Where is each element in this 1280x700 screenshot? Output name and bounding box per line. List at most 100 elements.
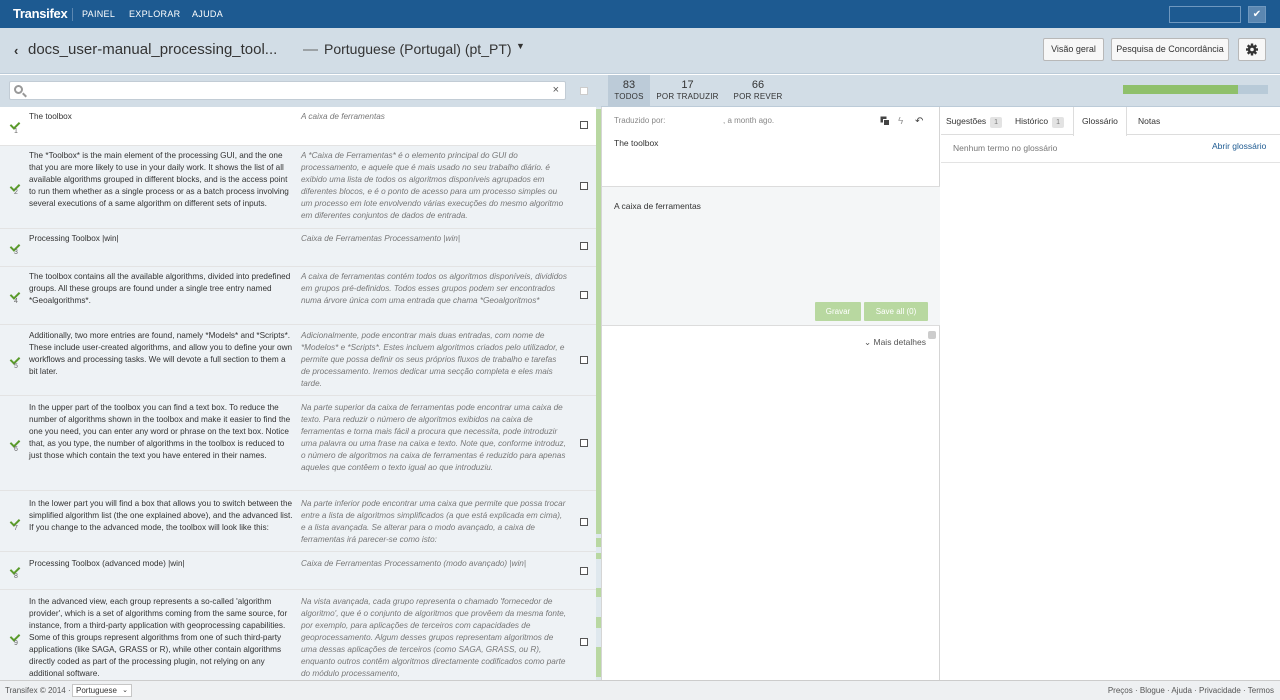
row-checkbox[interactable] (580, 567, 588, 575)
string-search-input[interactable]: × (9, 81, 566, 100)
select-all-checkbox[interactable] (580, 87, 588, 95)
save-all-button[interactable]: Save all (0) (864, 302, 928, 321)
row-checkbox[interactable] (580, 182, 588, 190)
string-row-3[interactable]: 3 Processing Toolbox |win| Caixa de Ferr… (0, 229, 596, 267)
more-details-link[interactable]: ⌄ Mais detalhes (864, 337, 926, 348)
tab-all-label: TODOS (614, 92, 644, 101)
undo-icon[interactable]: ↶ (915, 116, 923, 127)
glossary-empty-message: Nenhum termo no glossário (953, 143, 1058, 153)
divider (941, 162, 1280, 163)
row-checkbox[interactable] (580, 242, 588, 250)
language-select[interactable]: Portuguese ⌄ (72, 684, 132, 697)
copyright: Transifex © 2014 · (5, 686, 71, 695)
row-checkbox[interactable] (580, 356, 588, 364)
side-panel: Sugestões 1 Histórico 1 Glossário Notas Ne… (941, 107, 1280, 680)
string-row-7[interactable]: 7 In the lower part you will find a box … (0, 491, 596, 552)
tab-suggestions-badge: 1 (990, 117, 1003, 128)
language-title[interactable]: Portuguese (Portugal) (pt_PT) (324, 41, 512, 57)
title-separator: — (303, 41, 318, 58)
top-navbar: Transifex PAINEL EXPLORAR AJUDA ✔ (0, 0, 1280, 28)
string-filter-bar: × (0, 75, 601, 107)
tab-all[interactable]: 83 TODOS (608, 75, 650, 107)
checkmark-icon (11, 515, 23, 525)
row-number: 5 (14, 363, 18, 370)
tab-glossary-label: Glossário (1082, 116, 1118, 126)
details-toggle[interactable] (928, 331, 936, 339)
resource-header: ‹ docs_user-manual_processing_tool... — … (0, 28, 1280, 74)
source-string: In the upper part of the toolbox you can… (29, 403, 291, 460)
tab-unreviewed-count: 66 (751, 79, 765, 91)
string-row-1[interactable]: 1 The toolbox A caixa de ferramentas (0, 107, 596, 146)
source-text: The toolbox (614, 138, 659, 148)
tab-glossary[interactable]: Glossário (1073, 107, 1127, 136)
caret-down-icon[interactable]: ▼ (516, 41, 525, 51)
source-string: The toolbox (29, 112, 72, 121)
translation-editor: Traduzido por: , a month ago. ϟ ↶ The to… (601, 107, 940, 680)
row-checkbox[interactable] (580, 121, 588, 129)
top-search-input[interactable] (1169, 6, 1241, 23)
concordance-search-button[interactable]: Pesquisa de Concordância (1111, 38, 1229, 61)
target-string: Na parte superior da caixa de ferramenta… (301, 403, 566, 472)
target-string: A *Caixa de Ferramentas* é o elemento pr… (301, 151, 564, 220)
source-string: Additionally, two more entries are found… (29, 331, 293, 376)
caret-down-icon: ⌄ (122, 687, 128, 694)
target-string: Na parte inferior pode encontrar uma cai… (301, 499, 566, 544)
target-string: Na vista avançada, cada grupo representa… (301, 597, 567, 678)
transifex-logo[interactable]: Transifex (13, 6, 68, 21)
row-checkbox[interactable] (580, 518, 588, 526)
tab-unreviewed-label: POR REVER (733, 92, 783, 101)
string-row-2[interactable]: 2 The *Toolbox* is the main element of t… (0, 146, 596, 229)
translation-textarea[interactable]: A caixa de ferramentas Gravar Save all (… (602, 186, 940, 326)
status-tabs: 83 TODOS 17 POR TRADUZIR 66 POR REVER (601, 75, 1280, 107)
nav-ajuda[interactable]: AJUDA (192, 9, 223, 19)
tab-unreviewed[interactable]: 66 POR REVER (732, 75, 784, 107)
lightning-icon[interactable]: ϟ (898, 116, 903, 127)
tab-notes[interactable]: Notas (1138, 107, 1160, 135)
tab-untranslated[interactable]: 17 POR TRADUZIR (656, 75, 719, 107)
row-number: 3 (14, 249, 18, 256)
clear-icon[interactable]: × (553, 84, 559, 96)
search-icon (14, 85, 23, 94)
source-string: Processing Toolbox |win| (29, 234, 119, 243)
open-glossary-link[interactable]: Abrir glossário (1212, 141, 1266, 151)
string-row-4[interactable]: 4 The toolbox contains all the available… (0, 267, 596, 325)
tab-notes-label: Notas (1138, 116, 1161, 126)
translated-by-label: Traduzido por: (614, 116, 666, 125)
row-number: 7 (14, 525, 18, 532)
footer: Transifex © 2014 · Portuguese ⌄ Preços ·… (0, 680, 1280, 700)
source-string: Processing Toolbox (advanced mode) |win| (29, 559, 185, 568)
copy-source-icon[interactable] (880, 116, 890, 129)
string-row-6[interactable]: 6 In the upper part of the toolbox you c… (0, 396, 596, 491)
source-string: In the advanced view, each group represe… (29, 597, 288, 678)
copy-icon (880, 116, 890, 126)
tab-suggestions-label: Sugestões (946, 116, 987, 126)
row-checkbox[interactable] (580, 439, 588, 447)
row-checkbox[interactable] (580, 638, 588, 646)
tab-untranslated-count: 17 (681, 79, 694, 91)
nav-painel[interactable]: PAINEL (82, 9, 115, 19)
project-title[interactable]: docs_user-manual_processing_tool... (28, 41, 277, 58)
tab-untranslated-label: POR TRADUZIR (656, 92, 719, 101)
side-panel-tabs: Sugestões 1 Histórico 1 Glossário Notas (941, 107, 1280, 136)
settings-button[interactable] (1238, 38, 1266, 61)
overview-button[interactable]: Visão geral (1043, 38, 1104, 61)
save-button[interactable]: Gravar (815, 302, 861, 321)
nav-explorar[interactable]: EXPLORAR (129, 9, 180, 19)
checkmark-icon (11, 436, 23, 446)
translation-progress-bar (1123, 85, 1268, 94)
source-string: The *Toolbox* is the main element of the… (29, 151, 289, 208)
chevron-left-icon[interactable]: ‹ (14, 43, 18, 58)
check-icon[interactable]: ✔ (1248, 6, 1266, 23)
tab-history[interactable]: Histórico 1 (1015, 107, 1064, 135)
footer-links[interactable]: Preços · Blogue · Ajuda · Privacidade · … (1108, 686, 1274, 695)
row-checkbox[interactable] (580, 291, 588, 299)
string-row-9[interactable]: 9 In the advanced view, each group repre… (0, 590, 596, 680)
tab-suggestions[interactable]: Sugestões 1 (946, 107, 1003, 135)
more-details-label: Mais detalhes (873, 337, 926, 347)
checkmark-icon (11, 118, 23, 128)
string-row-8[interactable]: 8 Processing Toolbox (advanced mode) |wi… (0, 552, 596, 590)
target-string: Adicionalmente, pode encontrar mais duas… (301, 331, 565, 388)
progress-fill (1123, 85, 1238, 94)
tab-all-count: 83 (622, 79, 636, 91)
string-row-5[interactable]: 5 Additionally, two more entries are fou… (0, 325, 596, 396)
